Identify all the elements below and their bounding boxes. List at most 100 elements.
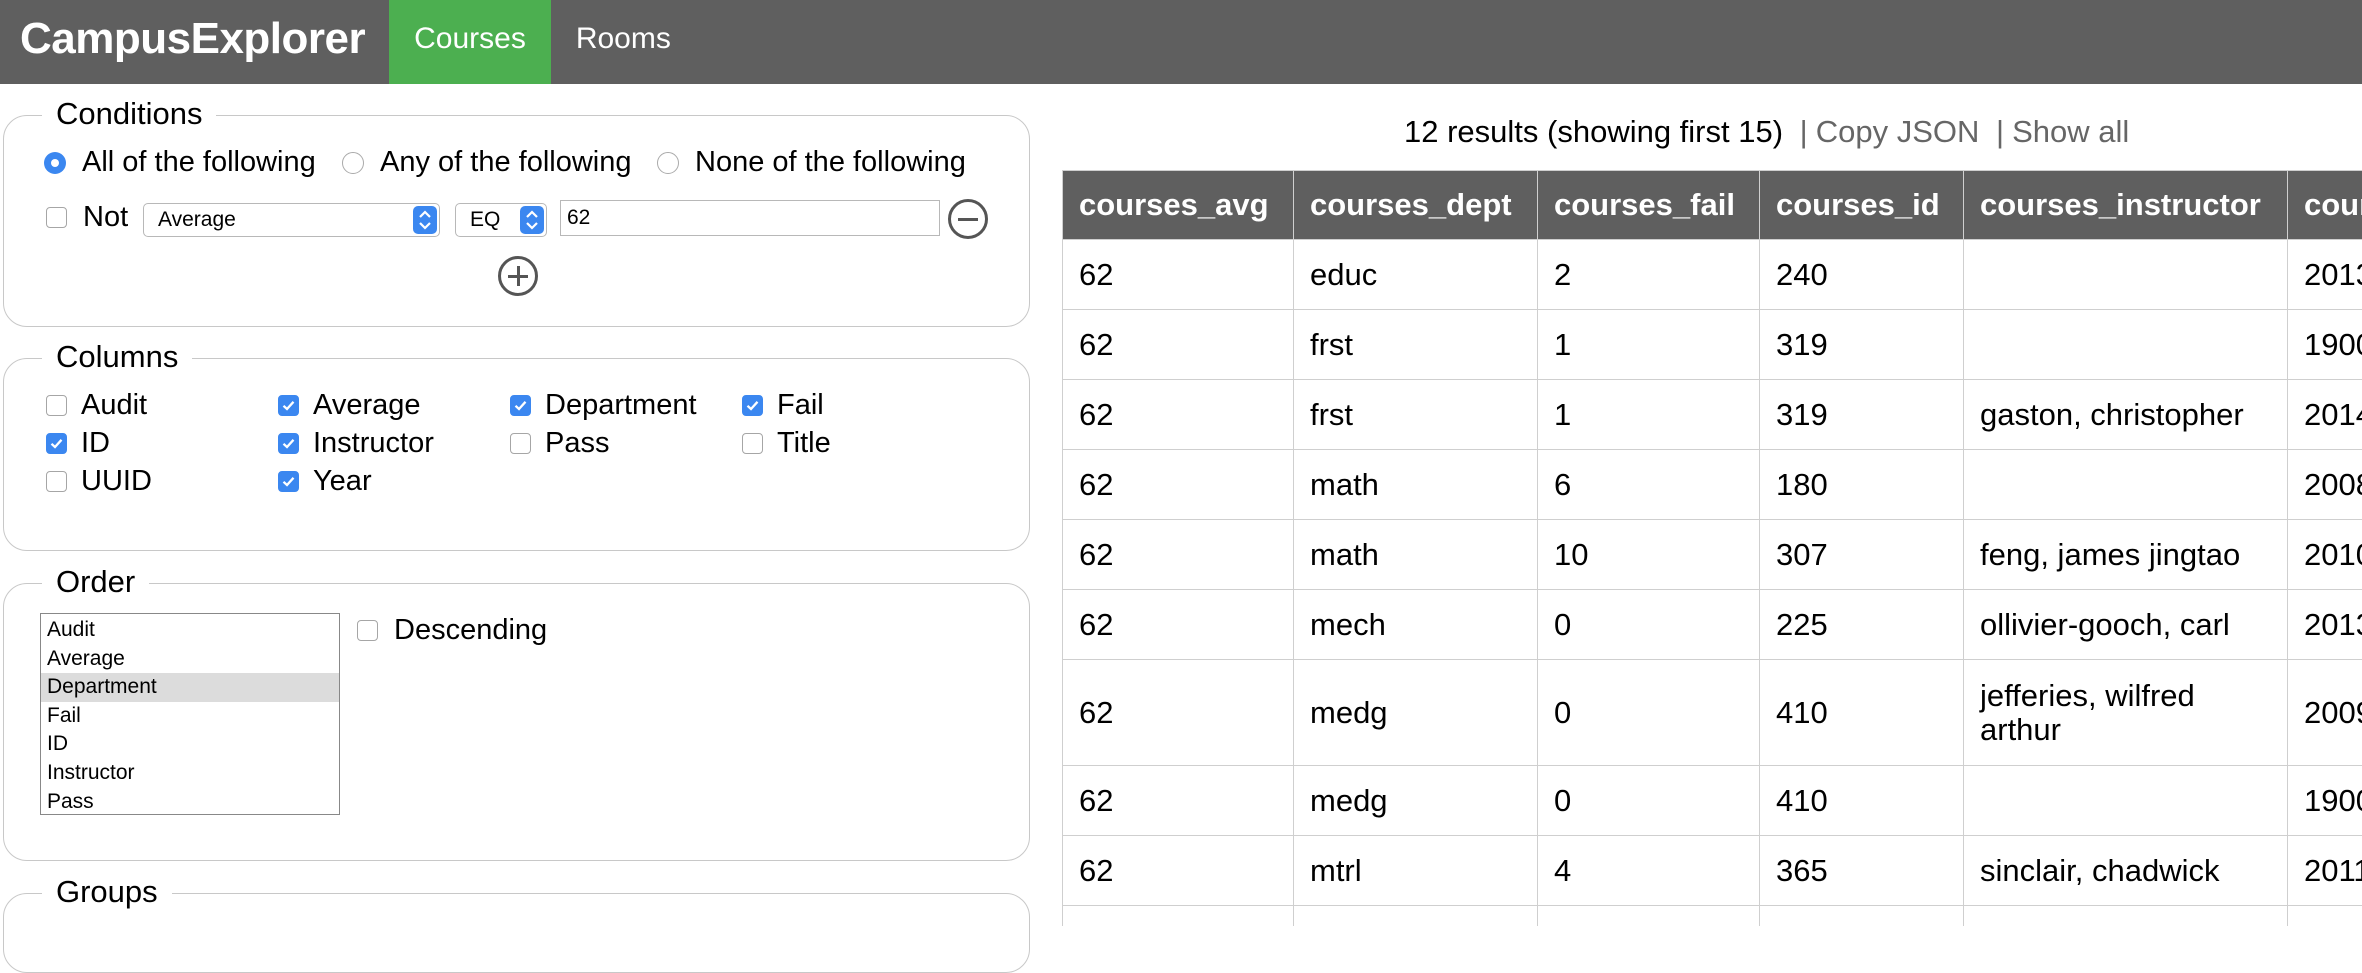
descending-label: Descending [394, 614, 547, 647]
column-checkbox[interactable] [510, 395, 531, 416]
copy-json-link[interactable]: Copy JSON [1816, 114, 1980, 149]
column-checkbox[interactable] [742, 395, 763, 416]
groups-fieldset: Groups [3, 893, 1030, 973]
tab-courses[interactable]: Courses [389, 0, 551, 84]
column-header[interactable]: courses_instructor [1964, 171, 2288, 240]
condition-mode-none[interactable]: None of the following [657, 146, 966, 179]
column-option-uuid[interactable]: UUID [46, 465, 152, 498]
columns-legend: Columns [42, 337, 192, 377]
order-option[interactable]: Pass [41, 788, 339, 815]
column-label: Pass [545, 427, 609, 460]
table-cell: jefferies, wilfred arthur [1964, 660, 2288, 766]
not-checkbox[interactable] [46, 207, 67, 228]
table-row: 62educ22402013 [1063, 240, 2362, 310]
table-cell: 1 [1538, 310, 1760, 380]
column-checkbox[interactable] [742, 433, 763, 454]
radio-any-label: Any of the following [380, 146, 631, 179]
table-cell: 2014 [2288, 380, 2362, 450]
results-table-container[interactable]: courses_avgcourses_deptcourses_failcours… [1062, 170, 2362, 926]
column-option-pass[interactable]: Pass [510, 427, 609, 460]
order-option[interactable]: Instructor [41, 759, 339, 788]
groups-legend: Groups [42, 872, 172, 912]
table-cell: 62 [1063, 310, 1294, 380]
column-option-audit[interactable]: Audit [46, 389, 147, 422]
table-cell: 2013 [2288, 240, 2362, 310]
table-row: 62frst13191900 [1063, 310, 2362, 380]
table-cell: 62 [1063, 450, 1294, 520]
condition-mode-all[interactable]: All of the following [44, 146, 316, 179]
remove-condition-icon[interactable] [948, 199, 988, 239]
descending-checkbox[interactable] [357, 620, 378, 641]
column-option-id[interactable]: ID [46, 427, 110, 460]
condition-not[interactable]: Not [46, 201, 128, 234]
table-cell: 319 [1760, 310, 1964, 380]
table-row: 62mech0225ollivier-gooch, carl2013 [1063, 590, 2362, 660]
condition-operator-select[interactable]: EQ [455, 203, 547, 237]
condition-mode-any[interactable]: Any of the following [342, 146, 631, 179]
separator: | [1792, 114, 1816, 149]
table-cell: 62 [1063, 660, 1294, 766]
table-cell: 2010 [2288, 520, 2362, 590]
tab-rooms[interactable]: Rooms [551, 0, 696, 84]
table-cell: 62 [1063, 836, 1294, 906]
brand-title: CampusExplorer [0, 0, 389, 84]
table-cell [1964, 240, 2288, 310]
column-option-instructor[interactable]: Instructor [278, 427, 434, 460]
order-listbox[interactable]: AuditAverageDepartmentFailIDInstructorPa… [40, 613, 340, 815]
column-checkbox[interactable] [46, 395, 67, 416]
select-arrows-icon [520, 206, 544, 234]
table-cell: 319 [1760, 380, 1964, 450]
radio-all-label: All of the following [82, 146, 316, 179]
descending-option[interactable]: Descending [357, 614, 547, 647]
radio-any[interactable] [342, 152, 364, 174]
column-option-year[interactable]: Year [278, 465, 372, 498]
table-cell: 410 [1760, 766, 1964, 836]
condition-value-input[interactable]: 62 [560, 200, 940, 236]
show-all-link[interactable]: Show all [2012, 114, 2129, 149]
table-cell: 0 [1538, 590, 1760, 660]
order-legend: Order [42, 562, 149, 602]
table-cell: 2011 [2288, 836, 2362, 906]
condition-operator-value: EQ [470, 208, 500, 231]
column-checkbox[interactable] [278, 395, 299, 416]
column-header[interactable]: courses_fail [1538, 171, 1760, 240]
table-cell: 1900 [2288, 766, 2362, 836]
radio-all-selected[interactable] [44, 152, 66, 174]
order-option[interactable]: Audit [41, 616, 339, 645]
column-header[interactable]: courses_year [2288, 171, 2362, 240]
column-option-average[interactable]: Average [278, 389, 421, 422]
order-option[interactable]: Department [41, 673, 339, 702]
order-option[interactable]: Average [41, 645, 339, 674]
column-option-title[interactable]: Title [742, 427, 831, 460]
column-checkbox[interactable] [278, 433, 299, 454]
column-checkbox[interactable] [278, 471, 299, 492]
table-cell: 6 [1538, 450, 1760, 520]
table-cell [1294, 906, 1538, 927]
order-option[interactable]: Fail [41, 702, 339, 731]
table-cell: 62 [1063, 240, 1294, 310]
table-cell: medg [1294, 766, 1538, 836]
column-option-department[interactable]: Department [510, 389, 697, 422]
condition-field-select[interactable]: Average [143, 203, 440, 237]
table-cell: math [1294, 520, 1538, 590]
add-condition-icon[interactable] [498, 256, 538, 296]
table-cell: 2008 [2288, 450, 2362, 520]
radio-none[interactable] [657, 152, 679, 174]
column-header[interactable]: courses_id [1760, 171, 1964, 240]
column-checkbox[interactable] [510, 433, 531, 454]
table-cell [1964, 310, 2288, 380]
table-cell: gaston, christopher [1964, 380, 2288, 450]
column-option-fail[interactable]: Fail [742, 389, 824, 422]
column-header[interactable]: courses_avg [1063, 171, 1294, 240]
order-option[interactable]: ID [41, 730, 339, 759]
table-cell: frst [1294, 310, 1538, 380]
column-checkbox[interactable] [46, 433, 67, 454]
column-header[interactable]: courses_dept [1294, 171, 1538, 240]
table-cell: math [1294, 450, 1538, 520]
column-checkbox[interactable] [46, 471, 67, 492]
column-label: Fail [777, 389, 824, 422]
table-cell: ollivier-gooch, carl [1964, 590, 2288, 660]
table-cell: 0 [1538, 766, 1760, 836]
table-cell: educ [1294, 240, 1538, 310]
table-cell: medg [1294, 660, 1538, 766]
